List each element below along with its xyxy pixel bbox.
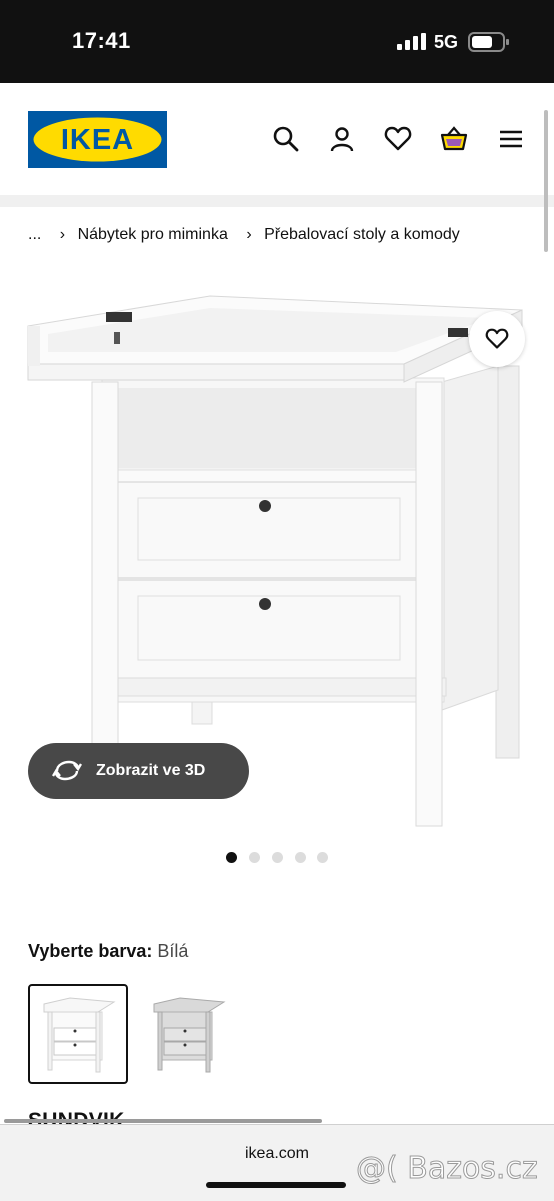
battery-icon — [468, 32, 509, 52]
signal-icon — [397, 33, 426, 50]
header-divider — [0, 195, 554, 207]
selected-color-value: Bílá — [157, 941, 189, 961]
carousel-dot[interactable] — [272, 852, 283, 863]
carousel-dot[interactable] — [295, 852, 306, 863]
basket-icon[interactable] — [440, 125, 468, 153]
color-prompt: Vyberte barva: — [28, 941, 153, 961]
swatch-thumbnail — [43, 997, 116, 1073]
heart-icon[interactable] — [384, 125, 412, 153]
carousel-dot[interactable] — [249, 852, 260, 863]
breadcrumb-ellipsis[interactable]: ... — [28, 226, 41, 244]
add-to-favourites-button[interactable] — [469, 311, 525, 367]
site-header: IKEA — [0, 83, 554, 195]
account-icon[interactable] — [328, 125, 356, 153]
search-icon[interactable] — [272, 125, 300, 153]
browser-bottom-bar: ikea.com @( Bazos.cz — [0, 1124, 554, 1201]
status-time: 17:41 — [72, 28, 131, 53]
watermark-text: @( Bazos.cz — [356, 1151, 539, 1187]
ikea-logo[interactable]: IKEA — [28, 111, 167, 168]
view-3d-label: Zobrazit ve 3D — [96, 762, 206, 779]
swatch-thumbnail — [153, 997, 226, 1073]
color-selector-label: Vyberte barva: Bílá — [28, 941, 188, 962]
chevron-right-icon: › — [59, 226, 66, 243]
carousel-dot[interactable] — [226, 852, 237, 863]
rotate-3d-icon — [52, 760, 82, 781]
horizontal-scrollbar[interactable] — [4, 1119, 322, 1123]
menu-icon[interactable] — [497, 125, 525, 153]
color-option-white[interactable] — [28, 984, 128, 1084]
network-type: 5G — [434, 32, 459, 52]
carousel-dot[interactable] — [317, 852, 328, 863]
view-3d-button[interactable]: Zobrazit ve 3D — [28, 743, 249, 799]
heart-icon — [485, 328, 509, 349]
svg-text:IKEA: IKEA — [61, 124, 134, 156]
color-option-grey[interactable] — [138, 984, 238, 1084]
breadcrumb-changing-tables[interactable]: Přebalovací stoly a komody — [264, 226, 460, 244]
breadcrumb: ... › Nábytek pro miminka › Přebalovací … — [28, 226, 460, 244]
status-bar: 17:41 5G — [0, 0, 554, 83]
breadcrumb-baby-furniture[interactable]: Nábytek pro miminka — [78, 226, 228, 244]
vertical-scrollbar[interactable] — [544, 110, 548, 252]
home-indicator[interactable] — [206, 1182, 346, 1188]
chevron-right-icon: › — [246, 226, 252, 243]
